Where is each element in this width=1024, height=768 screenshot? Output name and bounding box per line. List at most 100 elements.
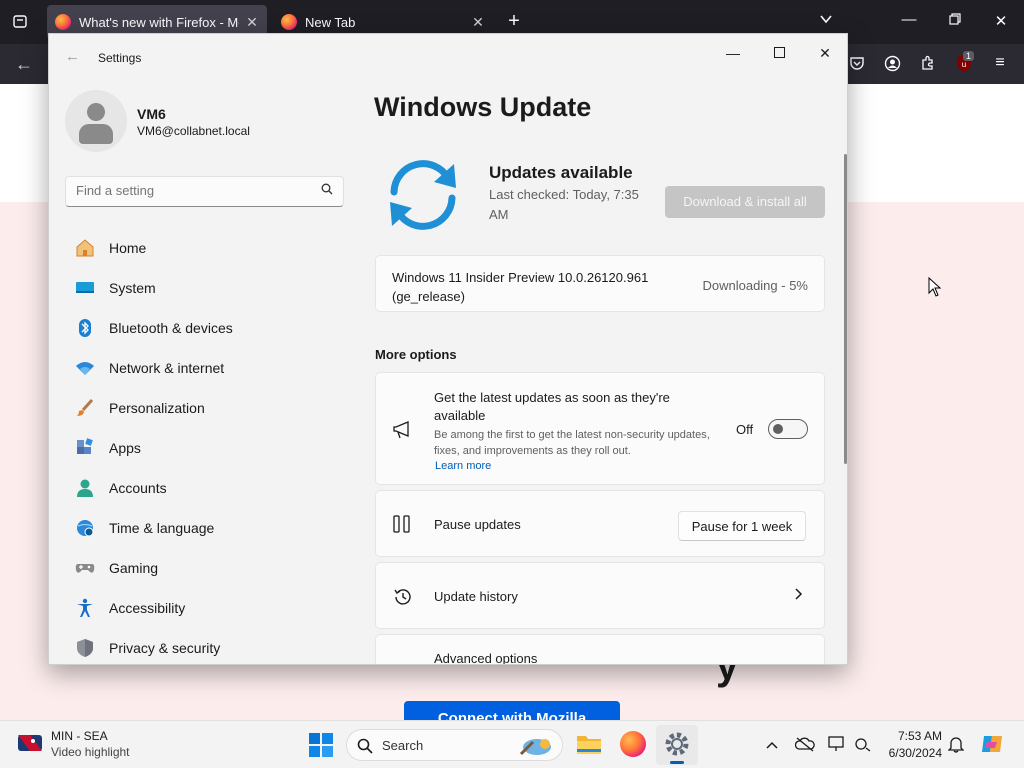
sync-icon: [382, 154, 464, 241]
get-latest-description: Be among the first to get the latest non…: [434, 429, 710, 457]
home-icon: [75, 238, 95, 258]
display-icon[interactable]: [828, 736, 846, 757]
sidebar-item-home[interactable]: Home: [65, 230, 344, 266]
profile-email: VM6@collabnet.local: [137, 124, 250, 138]
tab-title: What's new with Firefox - More: [79, 14, 239, 30]
globe-clock-icon: [75, 518, 95, 538]
advanced-options-title: Advanced options: [434, 651, 538, 665]
back-arrow-icon[interactable]: ←: [65, 48, 80, 65]
gamepad-icon: [75, 558, 95, 578]
firefox-taskbar-icon[interactable]: [620, 731, 646, 757]
pause-updates-card: Pause updates Pause for 1 week: [375, 490, 825, 557]
minimize-button[interactable]: —: [711, 40, 755, 70]
download-install-all-button[interactable]: Download & install all: [665, 186, 825, 218]
minimize-icon[interactable]: —: [898, 11, 920, 28]
chevron-right-icon: [794, 587, 804, 606]
tab-overview-icon[interactable]: [10, 13, 30, 33]
close-window-icon[interactable]: ✕: [990, 12, 1012, 30]
sidebar-item-personalization[interactable]: Personalization: [65, 390, 344, 426]
scrollbar[interactable]: [844, 154, 847, 464]
mouse-cursor-icon: [928, 276, 942, 302]
find-setting-search[interactable]: [65, 176, 344, 207]
search-highlight-icon: [515, 734, 555, 763]
accounts-icon: [75, 478, 95, 498]
network-status-icon[interactable]: [854, 736, 872, 757]
brush-icon: [75, 398, 95, 418]
show-hidden-icons-chevron-icon[interactable]: [765, 737, 779, 755]
learn-more-link[interactable]: Learn more: [435, 460, 491, 472]
widget-subtext[interactable]: Video highlight: [51, 745, 130, 759]
restore-icon[interactable]: [944, 12, 966, 29]
latest-updates-toggle[interactable]: [768, 419, 808, 439]
file-explorer-icon[interactable]: [576, 733, 602, 760]
pause-icon: [392, 515, 412, 538]
advanced-options-card[interactable]: Advanced options: [375, 634, 825, 665]
sidebar-item-bluetooth[interactable]: Bluetooth & devices: [65, 310, 344, 346]
megaphone-icon: [392, 420, 414, 445]
extensions-icon[interactable]: [918, 55, 938, 75]
page-title: Windows Update: [374, 92, 592, 122]
history-icon: [392, 586, 414, 613]
clock-time[interactable]: 7:53 AM: [886, 729, 942, 743]
clock-date[interactable]: 6/30/2024: [876, 746, 942, 760]
updates-status-heading: Updates available: [489, 163, 633, 182]
mlb-logo-icon[interactable]: [18, 735, 42, 756]
settings-app-title: Settings: [98, 51, 142, 65]
back-arrow-icon[interactable]: ←: [12, 54, 36, 75]
search-input[interactable]: [76, 183, 306, 198]
list-all-tabs-chevron-icon[interactable]: [815, 12, 837, 30]
update-name: Windows 11 Insider Preview 10.0.26120.96…: [392, 270, 649, 304]
tab-title: New Tab: [305, 14, 356, 30]
update-item-card: Windows 11 Insider Preview 10.0.26120.96…: [375, 255, 825, 312]
extension-badge: 1: [963, 51, 975, 61]
notification-bell-icon[interactable]: [947, 735, 965, 758]
sidebar-item-privacy[interactable]: Privacy & security: [65, 630, 344, 664]
firefox-favicon-icon: [55, 14, 71, 30]
more-options-heading: More options: [375, 347, 457, 362]
wifi-icon: [75, 358, 95, 378]
taskbar-search[interactable]: Search: [346, 729, 563, 761]
search-icon: [321, 183, 333, 198]
hamburger-menu-icon[interactable]: ≡: [990, 54, 1010, 72]
new-tab-plus-icon[interactable]: +: [503, 10, 525, 33]
sidebar-item-time-language[interactable]: Time & language: [65, 510, 344, 546]
sidebar-item-system[interactable]: System: [65, 270, 344, 306]
widget-headline[interactable]: MIN - SEA: [51, 729, 108, 743]
update-history-title: Update history: [434, 589, 518, 604]
pause-for-1-week-button[interactable]: Pause for 1 week: [678, 511, 806, 541]
close-tab-icon[interactable]: ✕: [471, 14, 485, 31]
onedrive-offline-icon[interactable]: [794, 736, 815, 757]
get-latest-updates-card[interactable]: Get the latest updates as soon as they'r…: [375, 372, 825, 485]
profile-name: VM6: [137, 106, 166, 122]
close-button[interactable]: ✕: [803, 40, 847, 70]
taskbar-search-label: Search: [382, 738, 424, 753]
bluetooth-icon: [75, 318, 95, 338]
avatar[interactable]: [65, 90, 127, 152]
start-button[interactable]: [309, 733, 333, 762]
taskbar: MIN - SEA Video highlight Search 7:53 AM…: [0, 720, 1024, 768]
settings-taskbar-icon[interactable]: [656, 725, 698, 765]
system-icon: [75, 278, 95, 298]
pocket-icon[interactable]: [847, 55, 867, 75]
sidebar-item-network[interactable]: Network & internet: [65, 350, 344, 386]
last-checked-text: Last checked: Today, 7:35 AM: [489, 187, 639, 222]
copilot-icon[interactable]: [980, 732, 1004, 761]
sidebar-item-apps[interactable]: Apps: [65, 430, 344, 466]
firefox-favicon-icon: [281, 14, 297, 30]
get-latest-title: Get the latest updates as soon as they'r…: [434, 390, 670, 423]
svg-text:u: u: [962, 60, 966, 69]
accessibility-icon: [75, 598, 95, 618]
settings-window: ← Settings — ✕ VM6 VM6@collabnet.local H…: [48, 33, 848, 665]
close-tab-icon[interactable]: ✕: [245, 14, 259, 31]
update-history-card[interactable]: Update history: [375, 562, 825, 629]
maximize-button[interactable]: [757, 40, 801, 70]
sidebar-item-accessibility[interactable]: Accessibility: [65, 590, 344, 626]
sidebar-item-accounts[interactable]: Accounts: [65, 470, 344, 506]
shield-icon: [75, 638, 95, 658]
toggle-state-label: Off: [736, 422, 754, 437]
gear-icon: [392, 663, 412, 664]
search-icon: [357, 738, 373, 759]
sidebar-item-gaming[interactable]: Gaming: [65, 550, 344, 586]
account-icon[interactable]: [882, 55, 902, 76]
pause-updates-title: Pause updates: [434, 517, 521, 532]
